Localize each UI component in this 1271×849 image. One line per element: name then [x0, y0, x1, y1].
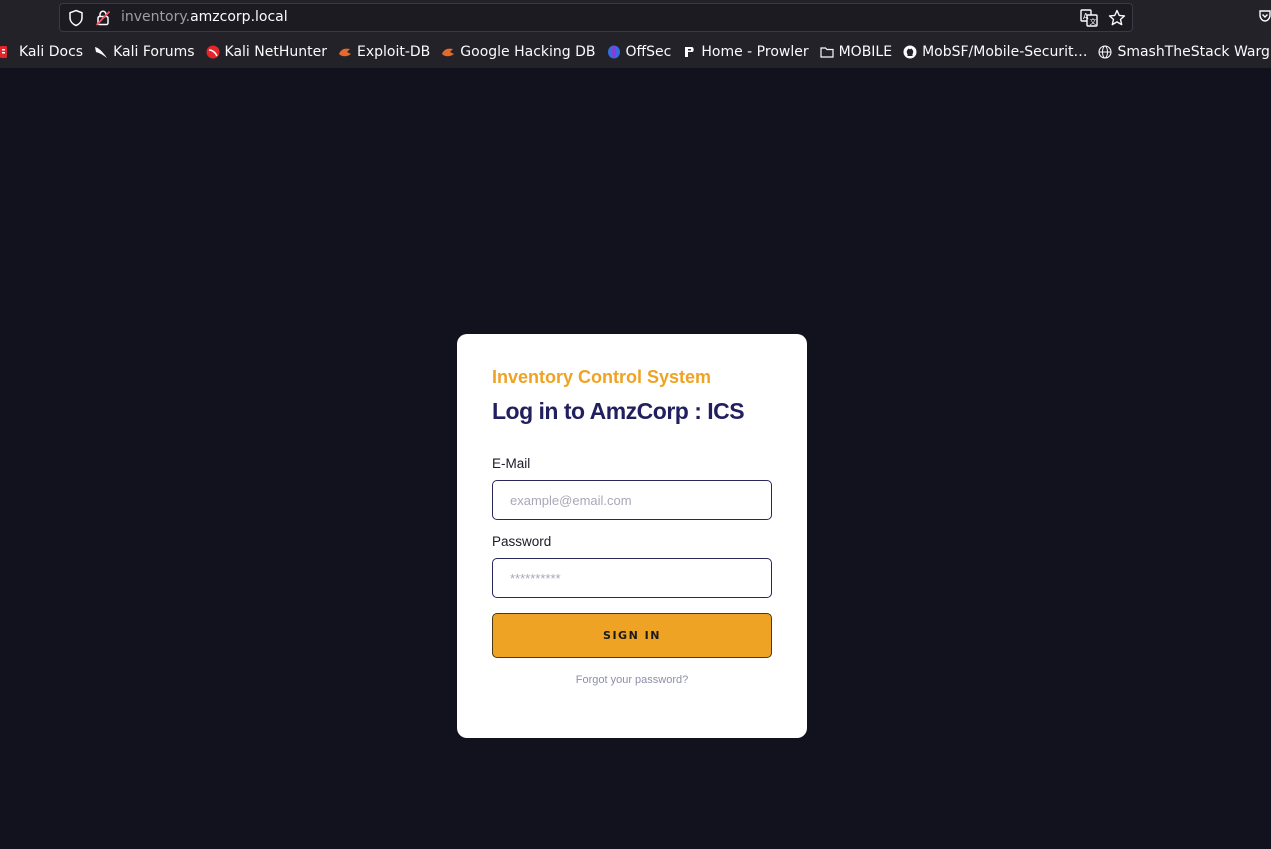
- github-icon: [903, 45, 917, 59]
- login-card: Inventory Control System Log in to AmzCo…: [457, 334, 807, 738]
- bookmark-label: Kali Forums: [113, 44, 195, 60]
- insecure-lock-icon[interactable]: [95, 9, 111, 27]
- address-bar[interactable]: inventory.amzcorp.local A 文: [59, 3, 1133, 32]
- bookmark-label: Exploit-DB: [356, 44, 431, 60]
- globe-icon: [1098, 45, 1113, 59]
- bookmark-home-prowler[interactable]: Home - Prowler: [682, 41, 809, 63]
- bookmark-label: Kali Docs: [19, 44, 84, 60]
- bookmark-label: MobSF/Mobile-Securit…: [922, 44, 1088, 60]
- bookmark-google-hacking-db[interactable]: Google Hacking DB: [441, 41, 596, 63]
- page-title: Log in to AmzCorp : ICS: [492, 398, 745, 424]
- browser-chrome: inventory.amzcorp.local A 文 Kali Docs Ka…: [0, 0, 1271, 68]
- app-subtitle: Inventory Control System: [492, 367, 712, 387]
- password-field[interactable]: [492, 558, 772, 598]
- exploit-db-icon: [338, 48, 351, 57]
- bookmark-smashthestack[interactable]: SmashTheStack Warg…: [1098, 41, 1271, 63]
- bookmark-label: Google Hacking DB: [460, 44, 596, 60]
- bookmark-label: Home - Prowler: [701, 44, 809, 60]
- prowler-icon: [685, 47, 695, 57]
- bookmark-label: Kali NetHunter: [224, 44, 327, 60]
- password-label: Password: [492, 534, 552, 549]
- bookmark-offsec[interactable]: OffSec: [607, 41, 672, 63]
- bookmark-mobsf[interactable]: MobSF/Mobile-Securit…: [903, 41, 1087, 63]
- bookmark-kali-nethunter[interactable]: Kali NetHunter: [206, 41, 327, 63]
- bookmark-label: OffSec: [625, 44, 672, 60]
- svg-text:A: A: [1083, 12, 1089, 21]
- offsec-icon: [607, 45, 620, 59]
- nethunter-icon: [206, 45, 220, 59]
- bookmark-kali-forums[interactable]: Kali Forums: [94, 41, 195, 63]
- bookmark-folder-mobile[interactable]: MOBILE: [819, 41, 893, 63]
- bookmark-label: MOBILE: [838, 44, 893, 60]
- email-label: E-Mail: [492, 456, 531, 471]
- bookmark-star-icon[interactable]: [1108, 9, 1126, 27]
- pocket-icon[interactable]: [1258, 9, 1271, 23]
- exploit-db-icon: [442, 48, 455, 57]
- svg-text:文: 文: [1090, 17, 1097, 26]
- url-subdomain: inventory.: [121, 9, 191, 25]
- sign-in-button[interactable]: SIGN IN: [492, 613, 772, 658]
- kali-dragon-icon: [95, 47, 108, 58]
- folder-icon: [819, 47, 834, 58]
- url-text[interactable]: inventory.amzcorp.local: [121, 9, 288, 25]
- bookmarks-toolbar: Kali Docs Kali Forums Kali NetHunter Exp…: [0, 41, 1271, 63]
- url-domain: amzcorp.local: [190, 9, 288, 25]
- bookmark-label: SmashTheStack Warg…: [1117, 44, 1271, 60]
- email-field[interactable]: [492, 480, 772, 520]
- forgot-password-link[interactable]: Forgot your password?: [457, 674, 807, 686]
- kali-docs-icon: [0, 46, 7, 58]
- bookmark-kali-docs[interactable]: Kali Docs: [0, 41, 83, 63]
- translate-icon[interactable]: A 文: [1080, 9, 1098, 27]
- bookmark-exploit-db[interactable]: Exploit-DB: [338, 41, 430, 63]
- tracking-shield-icon[interactable]: [68, 9, 84, 27]
